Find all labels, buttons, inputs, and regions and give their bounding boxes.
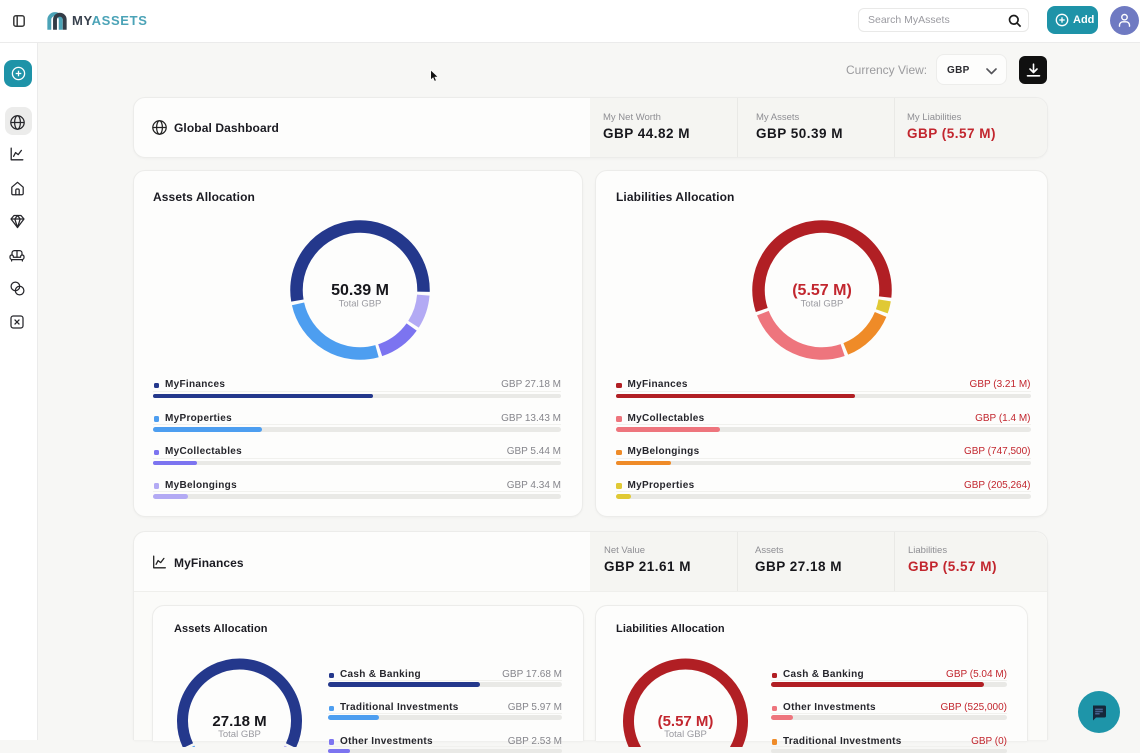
svg-text:Total GBP: Total GBP xyxy=(664,729,707,740)
svg-text:(5.57 M): (5.57 M) xyxy=(658,713,714,730)
svg-text:50.39 M: 50.39 M xyxy=(331,282,389,299)
svg-text:Total GBP: Total GBP xyxy=(218,729,261,740)
svg-text:Total GBP: Total GBP xyxy=(801,299,844,310)
svg-text:(5.57 M): (5.57 M) xyxy=(792,282,852,299)
svg-text:Total GBP: Total GBP xyxy=(339,299,382,310)
svg-text:27.18 M: 27.18 M xyxy=(212,713,266,730)
